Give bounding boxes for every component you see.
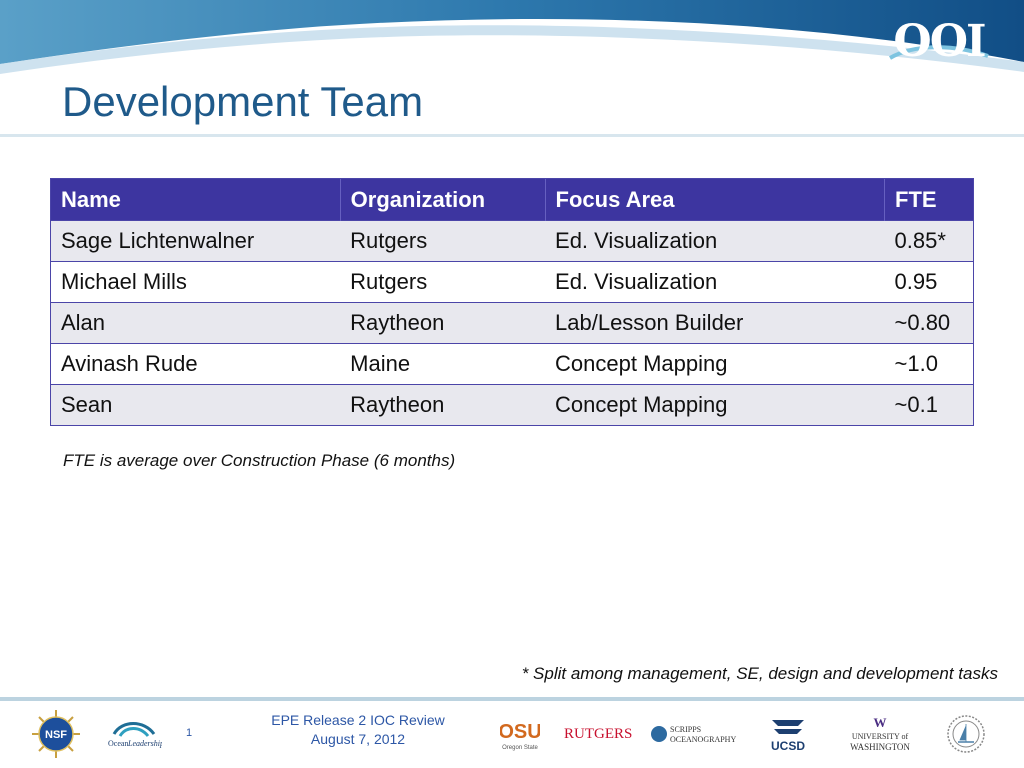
team-table: Name Organization Focus Area FTE Sage Li… xyxy=(50,178,974,426)
column-header-fte: FTE xyxy=(884,178,974,221)
column-header-organization: Organization xyxy=(339,178,546,221)
uw-logo-text-3: WASHINGTON xyxy=(850,742,910,752)
cell-fte: ~0.1 xyxy=(884,384,974,426)
cell-organization: Raytheon xyxy=(340,302,546,344)
ooi-logo: OOI xyxy=(884,14,994,70)
table-row: Sage Lichtenwalner Rutgers Ed. Visualiza… xyxy=(50,220,974,262)
split-footnote: * Split among management, SE, design and… xyxy=(521,664,998,683)
nsf-logo-text: NSF xyxy=(45,729,67,741)
cell-name: Alan xyxy=(50,302,341,344)
table-row: Michael Mills Rutgers Ed. Visualization … xyxy=(50,261,974,303)
cell-focus-area: Ed. Visualization xyxy=(545,261,885,303)
table-row: Sean Raytheon Concept Mapping ~0.1 xyxy=(50,384,974,426)
scripps-logo-text-2: OCEANOGRAPHY xyxy=(670,735,736,744)
uw-logo: W UNIVERSITY of WASHINGTON xyxy=(844,714,916,754)
cell-name: Michael Mills xyxy=(50,261,341,303)
rutgers-logo-text: RUTGERS xyxy=(564,726,632,742)
cell-name: Sage Lichtenwalner xyxy=(50,220,341,262)
nsf-logo: NSF xyxy=(32,710,80,758)
osu-logo: OSU Oregon State xyxy=(498,714,541,754)
cell-focus-area: Concept Mapping xyxy=(545,384,885,426)
fte-footnote: FTE is average over Construction Phase (… xyxy=(63,451,456,470)
footer-event-title: EPE Release 2 IOC Review xyxy=(271,712,445,728)
uw-logo-text-2: UNIVERSITY of xyxy=(852,732,909,741)
cell-name: Avinash Rude xyxy=(50,343,341,385)
ooi-logo-text: OOI xyxy=(893,16,986,67)
cell-organization: Rutgers xyxy=(340,261,546,303)
footer-date: August 7, 2012 xyxy=(310,731,406,747)
ucsd-logo: UCSD xyxy=(762,714,814,754)
title-divider xyxy=(0,134,1024,137)
cell-fte: 0.95 xyxy=(884,261,974,303)
cell-organization: Raytheon xyxy=(340,384,546,426)
page-title: Development Team xyxy=(62,78,424,125)
uw-logo-text-1: W xyxy=(874,715,887,730)
column-header-focus-area: Focus Area xyxy=(544,178,885,221)
cell-fte: 0.85* xyxy=(884,220,974,262)
cell-fte: ~1.0 xyxy=(884,343,974,385)
ocean-leadership-logo: Ocean Leadership xyxy=(106,714,164,758)
scripps-logo: SCRIPPS OCEANOGRAPHY xyxy=(650,722,738,748)
footer-divider xyxy=(0,697,1024,701)
scripps-logo-text-1: SCRIPPS xyxy=(670,725,701,734)
osu-logo-text-2: Oregon State xyxy=(502,745,538,751)
ocean-leadership-logo-text-2: Leadership xyxy=(127,739,162,748)
ucsd-logo-text: UCSD xyxy=(771,739,805,753)
page-number: 1 xyxy=(186,727,193,739)
column-header-name: Name xyxy=(50,178,341,221)
cell-name: Sean xyxy=(50,384,341,426)
whoi-seal-logo xyxy=(946,714,986,754)
table-header-row: Name Organization Focus Area FTE xyxy=(50,178,974,221)
cell-focus-area: Concept Mapping xyxy=(545,343,885,385)
osu-logo-text-1: OSU xyxy=(500,721,540,743)
cell-organization: Maine xyxy=(340,343,546,385)
cell-fte: ~0.80 xyxy=(884,302,974,344)
footer-caption: EPE Release 2 IOC Review August 7, 2012 xyxy=(240,711,476,749)
cell-organization: Rutgers xyxy=(340,220,546,262)
ocean-leadership-logo-text-1: Ocean xyxy=(108,739,128,748)
table-row: Avinash Rude Maine Concept Mapping ~1.0 xyxy=(50,343,974,385)
cell-focus-area: Ed. Visualization xyxy=(545,220,885,262)
cell-focus-area: Lab/Lesson Builder xyxy=(545,302,885,344)
rutgers-logo: RUTGERS xyxy=(562,722,636,746)
table-row: Alan Raytheon Lab/Lesson Builder ~0.80 xyxy=(50,302,974,344)
